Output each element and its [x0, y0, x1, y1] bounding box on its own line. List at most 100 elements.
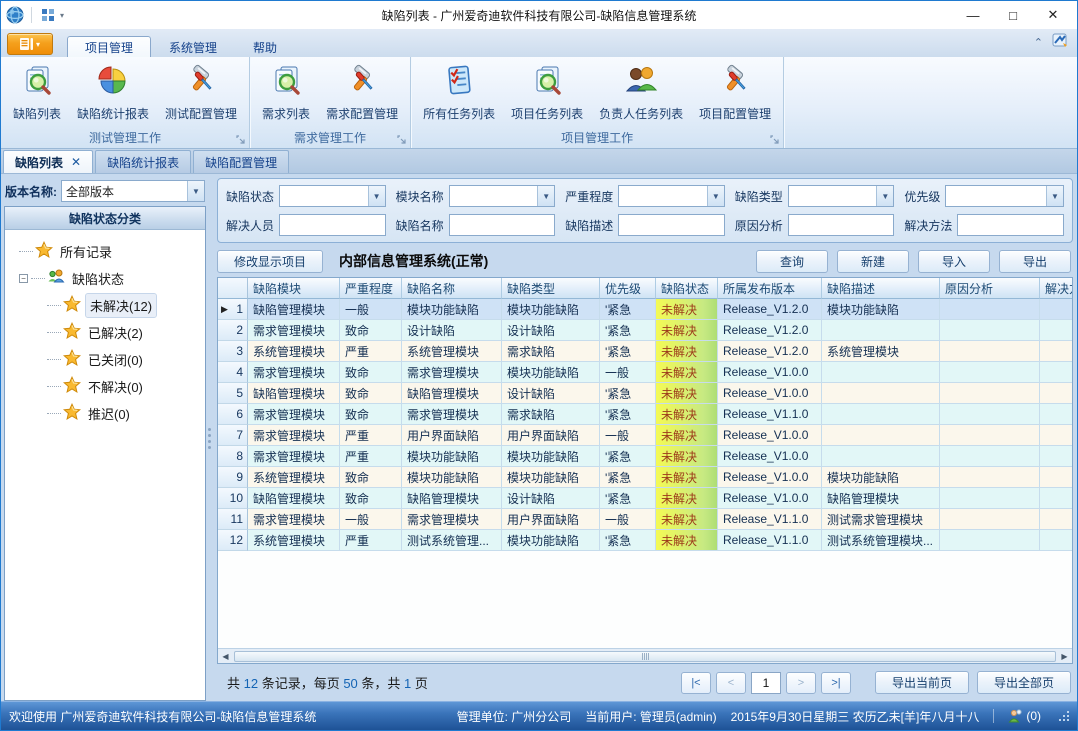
ribbon-button-负责人任务列表[interactable]: 负责人任务列表	[592, 60, 690, 124]
tree-item-推迟(0)[interactable]: 推迟(0)	[9, 400, 201, 427]
action-button-导入[interactable]: 导入	[918, 250, 990, 273]
ribbon-button-测试配置管理[interactable]: 测试配置管理	[158, 60, 244, 124]
horizontal-scrollbar[interactable]: ◀ ▶	[218, 648, 1072, 663]
version-select[interactable]: 全部版本 ▼	[61, 180, 205, 202]
row-selector[interactable]: ▶1	[218, 299, 248, 320]
doc-tab-缺陷统计报表[interactable]: 缺陷统计报表	[95, 150, 191, 173]
table-row[interactable]: 6需求管理模块致命需求管理模块需求缺陷'紧急未解决Release_V1.1.0	[218, 404, 1072, 425]
column-header-解决方法[interactable]: 解决方法	[1040, 278, 1072, 299]
next-page-button[interactable]: >	[786, 672, 816, 694]
row-selector[interactable]: 9	[218, 467, 248, 488]
column-header-所属发布版本[interactable]: 所属发布版本	[718, 278, 822, 299]
collapse-node-icon[interactable]: −	[19, 274, 28, 283]
dialog-launcher-icon[interactable]	[397, 134, 407, 144]
first-page-button[interactable]: |<	[681, 672, 711, 694]
row-selector[interactable]: 3	[218, 341, 248, 362]
tree-item-已解决(2)[interactable]: 已解决(2)	[9, 319, 201, 346]
filter-select-优先级[interactable]: ▼	[945, 185, 1064, 207]
dialog-launcher-icon[interactable]	[770, 134, 780, 144]
resize-grip[interactable]	[1059, 711, 1069, 721]
chevron-down-icon[interactable]: ▼	[368, 186, 385, 206]
export-current-page-button[interactable]: 导出当前页	[875, 671, 969, 694]
scrollbar-thumb[interactable]	[234, 651, 1056, 662]
column-header-原因分析[interactable]: 原因分析	[940, 278, 1040, 299]
filter-select-缺陷类型[interactable]: ▼	[788, 185, 895, 207]
table-row[interactable]: 7需求管理模块严重用户界面缺陷用户界面缺陷一般未解决Release_V1.0.0	[218, 425, 1072, 446]
row-selector[interactable]: 2	[218, 320, 248, 341]
tree-item-未解决(12)[interactable]: 未解决(12)	[9, 292, 201, 319]
tree-item-所有记录[interactable]: 所有记录	[9, 238, 201, 265]
action-button-新建[interactable]: 新建	[837, 250, 909, 273]
table-row[interactable]: 11需求管理模块一般需求管理模块用户界面缺陷一般未解决Release_V1.1.…	[218, 509, 1072, 530]
column-header-缺陷模块[interactable]: 缺陷模块	[248, 278, 340, 299]
filter-select-严重程度[interactable]: ▼	[618, 185, 725, 207]
export-all-pages-button[interactable]: 导出全部页	[977, 671, 1071, 694]
chevron-down-icon[interactable]: ▼	[876, 186, 893, 206]
table-row[interactable]: 4需求管理模块致命需求管理模块模块功能缺陷一般未解决Release_V1.0.0	[218, 362, 1072, 383]
application-menu-button[interactable]: ▾	[7, 33, 53, 55]
filter-select-缺陷状态[interactable]: ▼	[279, 185, 386, 207]
modify-display-button[interactable]: 修改显示项目	[217, 250, 323, 273]
table-row[interactable]: 3系统管理模块严重系统管理模块需求缺陷'紧急未解决Release_V1.2.0系…	[218, 341, 1072, 362]
column-header-缺陷描述[interactable]: 缺陷描述	[822, 278, 940, 299]
row-selector[interactable]: 6	[218, 404, 248, 425]
chevron-down-icon[interactable]: ▼	[187, 181, 204, 201]
dialog-launcher-icon[interactable]	[236, 134, 246, 144]
action-button-导出[interactable]: 导出	[999, 250, 1071, 273]
table-row[interactable]: 9系统管理模块致命模块功能缺陷模块功能缺陷'紧急未解决Release_V1.0.…	[218, 467, 1072, 488]
ribbon-button-缺陷列表[interactable]: 缺陷列表	[6, 60, 68, 124]
maximize-button[interactable]: □	[993, 3, 1033, 27]
table-row[interactable]: 10缺陷管理模块致命缺陷管理模块设计缺陷'紧急未解决Release_V1.0.0…	[218, 488, 1072, 509]
chevron-down-icon[interactable]: ▼	[707, 186, 724, 206]
column-header-缺陷名称[interactable]: 缺陷名称	[402, 278, 502, 299]
tree-item-缺陷状态[interactable]: −缺陷状态	[9, 265, 201, 292]
ribbon-button-需求配置管理[interactable]: 需求配置管理	[319, 60, 405, 124]
row-selector[interactable]: 5	[218, 383, 248, 404]
chevron-down-icon[interactable]: ▼	[537, 186, 554, 206]
quick-access-icon[interactable]	[38, 5, 58, 25]
table-row[interactable]: 8需求管理模块严重模块功能缺陷模块功能缺陷'紧急未解决Release_V1.0.…	[218, 446, 1072, 467]
column-header-缺陷状态[interactable]: 缺陷状态	[656, 278, 718, 299]
close-tab-icon[interactable]: ✕	[71, 155, 81, 169]
chevron-down-icon[interactable]: ▼	[1046, 186, 1063, 206]
ribbon-button-项目配置管理[interactable]: 项目配置管理	[692, 60, 778, 124]
table-row[interactable]: 5缺陷管理模块致命缺陷管理模块设计缺陷'紧急未解决Release_V1.0.0	[218, 383, 1072, 404]
message-indicator[interactable]: (0)	[1008, 709, 1041, 723]
scroll-left-icon[interactable]: ◀	[218, 649, 233, 664]
collapse-ribbon-icon[interactable]: ⌃	[1034, 36, 1043, 49]
scroll-right-icon[interactable]: ▶	[1057, 649, 1072, 664]
column-header-缺陷类型[interactable]: 缺陷类型	[502, 278, 600, 299]
doc-tab-缺陷列表[interactable]: 缺陷列表✕	[3, 150, 93, 173]
splitter-handle[interactable]	[206, 176, 213, 701]
ribbon-button-所有任务列表[interactable]: 所有任务列表	[416, 60, 502, 124]
filter-input-解决方法[interactable]	[957, 214, 1064, 236]
ribbon-button-项目任务列表[interactable]: 项目任务列表	[504, 60, 590, 124]
close-button[interactable]: ✕	[1033, 3, 1073, 27]
quick-access-caret-icon[interactable]: ▾	[60, 11, 64, 20]
row-selector[interactable]: 12	[218, 530, 248, 551]
prev-page-button[interactable]: <	[716, 672, 746, 694]
row-selector[interactable]: 4	[218, 362, 248, 383]
filter-input-缺陷名称[interactable]	[449, 214, 556, 236]
doc-tab-缺陷配置管理[interactable]: 缺陷配置管理	[193, 150, 289, 173]
table-row[interactable]: ▶1缺陷管理模块一般模块功能缺陷模块功能缺陷'紧急未解决Release_V1.2…	[218, 299, 1072, 320]
column-header-严重程度[interactable]: 严重程度	[340, 278, 402, 299]
row-selector[interactable]: 10	[218, 488, 248, 509]
row-selector[interactable]: 11	[218, 509, 248, 530]
minimize-button[interactable]: —	[953, 3, 993, 27]
row-selector[interactable]: 7	[218, 425, 248, 446]
table-row[interactable]: 12系统管理模块严重测试系统管理...模块功能缺陷'紧急未解决Release_V…	[218, 530, 1072, 551]
filter-input-原因分析[interactable]	[788, 214, 895, 236]
tree-item-不解决(0)[interactable]: 不解决(0)	[9, 373, 201, 400]
filter-input-缺陷描述[interactable]	[618, 214, 725, 236]
tree-item-已关闭(0)[interactable]: 已关闭(0)	[9, 346, 201, 373]
row-selector[interactable]: 8	[218, 446, 248, 467]
last-page-button[interactable]: >|	[821, 672, 851, 694]
ribbon-button-需求列表[interactable]: 需求列表	[255, 60, 317, 124]
style-selector-icon[interactable]	[1051, 32, 1069, 53]
filter-select-模块名称[interactable]: ▼	[449, 185, 556, 207]
ribbon-button-缺陷统计报表[interactable]: 缺陷统计报表	[70, 60, 156, 124]
table-row[interactable]: 2需求管理模块致命设计缺陷设计缺陷'紧急未解决Release_V1.2.0	[218, 320, 1072, 341]
filter-input-解决人员[interactable]	[279, 214, 386, 236]
action-button-查询[interactable]: 查询	[756, 250, 828, 273]
